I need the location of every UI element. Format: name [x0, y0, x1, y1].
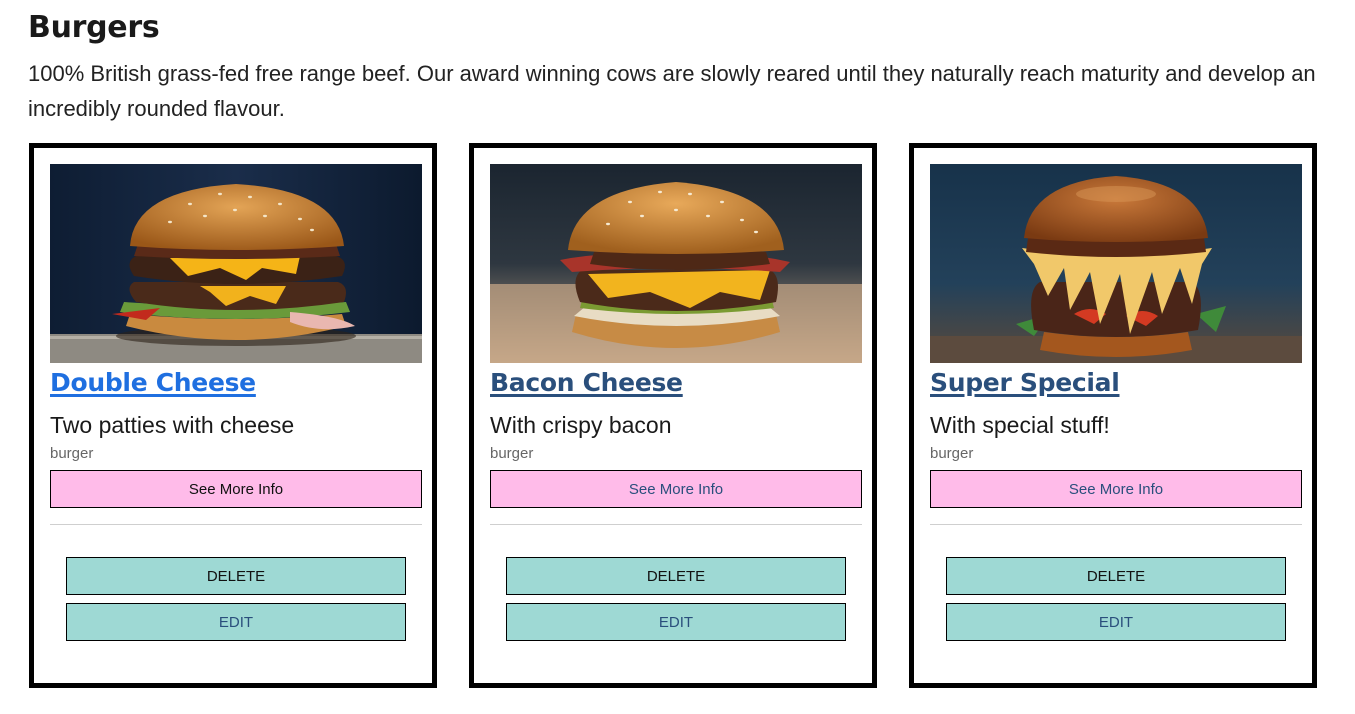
card-divider — [50, 524, 422, 525]
page: Burgers 100% British grass-fed free rang… — [0, 0, 1355, 714]
card-title-link[interactable]: Super Special — [930, 366, 1120, 400]
card-description: Two patties with cheese — [50, 412, 295, 438]
edit-button[interactable]: EDIT — [66, 603, 406, 641]
delete-button[interactable]: DELETE — [66, 557, 406, 595]
burger-image — [490, 164, 862, 363]
card-category: burger — [50, 445, 94, 462]
card-divider — [930, 524, 1302, 525]
card-category: burger — [490, 445, 534, 462]
card-title-link[interactable]: Double Cheese — [50, 366, 256, 400]
menu-card: Double Cheese Two patties with cheese bu… — [29, 143, 437, 688]
see-more-info-button[interactable]: See More Info — [930, 470, 1302, 508]
card-description: With crispy bacon — [490, 412, 672, 438]
edit-button[interactable]: EDIT — [506, 603, 846, 641]
card-category: burger — [930, 445, 974, 462]
menu-card: Super Special With special stuff! burger… — [909, 143, 1317, 688]
see-more-info-button[interactable]: See More Info — [50, 470, 422, 508]
delete-button[interactable]: DELETE — [506, 557, 846, 595]
burger-image — [50, 164, 422, 363]
section-title: Burgers — [28, 10, 160, 45]
card-title-link[interactable]: Bacon Cheese — [490, 366, 683, 400]
delete-button[interactable]: DELETE — [946, 557, 1286, 595]
see-more-info-button[interactable]: See More Info — [490, 470, 862, 508]
edit-button[interactable]: EDIT — [946, 603, 1286, 641]
menu-card: Bacon Cheese With crispy bacon burger Se… — [469, 143, 877, 688]
burger-image — [930, 164, 1302, 363]
card-description: With special stuff! — [930, 412, 1110, 438]
section-description: 100% British grass-fed free range beef. … — [28, 61, 1316, 121]
card-divider — [490, 524, 862, 525]
